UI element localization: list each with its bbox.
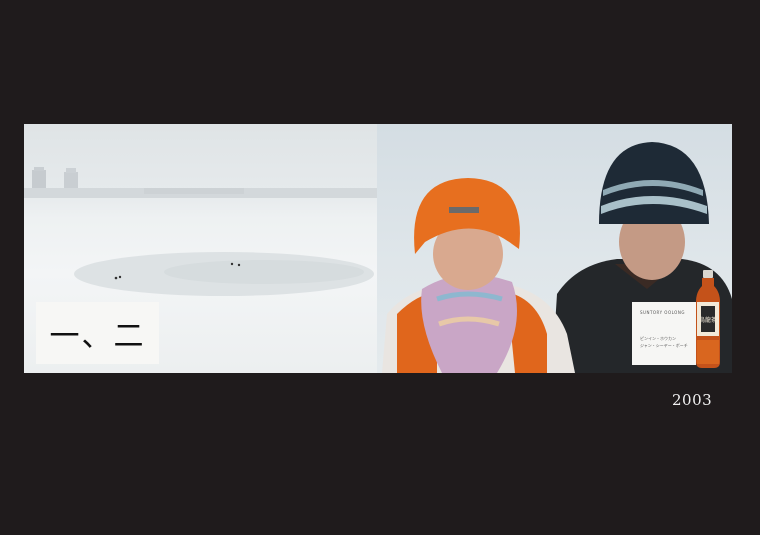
ad-spread: 一、二 SUNTORY OOLONG ピンイン・ホウカン ジャン・シーヤー・ボー… — [24, 124, 732, 373]
city-skyline — [24, 167, 377, 198]
caption-line-2: ジャン・シーヤー・ボーチ — [640, 343, 688, 348]
caption-line-1: ピンイン・ホウカン — [640, 336, 676, 341]
frozen-lake — [74, 252, 374, 296]
portrait-photo: SUNTORY OOLONG ピンイン・ホウカン ジャン・シーヤー・ボーチ 烏龍… — [377, 124, 732, 373]
bottle-label: 烏龍茶 — [699, 316, 717, 324]
film-title-card: 一、二 — [36, 302, 159, 364]
product-caption: ピンイン・ホウカン ジャン・シーヤー・ボーチ — [640, 335, 694, 349]
oolong-tea-bottle: 烏龍茶 — [696, 270, 720, 368]
frozen-river-photo: 一、二 — [24, 124, 377, 373]
brand-line: SUNTORY OOLONG — [640, 310, 685, 315]
product-card: SUNTORY OOLONG ピンイン・ホウカン ジャン・シーヤー・ボーチ — [632, 302, 696, 365]
year-label: 2003 — [672, 391, 713, 409]
